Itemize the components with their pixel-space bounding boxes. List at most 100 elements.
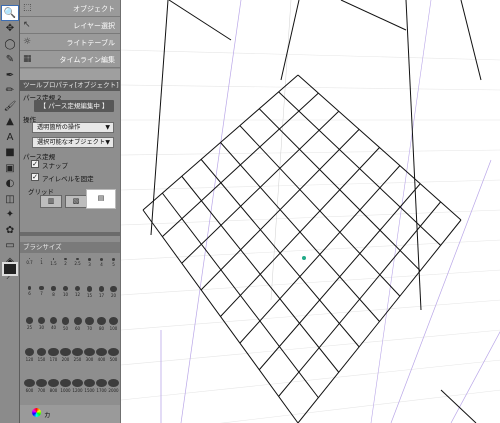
brush-size-value: 1000: [60, 388, 71, 393]
ground-grid-line: [200, 159, 360, 348]
zoom-icon: 🔍: [3, 7, 17, 19]
perspective-post-line: [460, 0, 482, 81]
subtool-icon: ⬚: [23, 3, 32, 13]
decoration-tool-button[interactable]: ✿: [2, 223, 18, 237]
gradient-tool-button[interactable]: ▣: [2, 161, 18, 175]
brush-size-value: 1700: [96, 388, 107, 393]
subtool-item[interactable]: ▦ タイムライン編集: [20, 51, 120, 68]
brush-size-value: 7: [40, 291, 43, 297]
brush-size-dot: [96, 379, 107, 387]
background-grid-line: [121, 269, 500, 296]
tool-property-header[interactable]: ツールプロパティ[オブジェクト]: [20, 80, 120, 91]
brush-size-dot: [111, 258, 116, 262]
brush-size-value: 1.5: [50, 260, 57, 266]
decoration-icon: ✿: [5, 224, 15, 236]
brush-size-dot: [99, 258, 104, 262]
frame-tool-button[interactable]: ▭: [2, 239, 18, 253]
brush-size-dot: [36, 379, 47, 387]
brush-size-value: 400: [97, 357, 106, 362]
brush-size-value: 2000: [108, 388, 119, 393]
ruler-edit-mode-badge: 【 パース定規編集中 】: [34, 100, 114, 112]
brush-size-value: 17: [98, 292, 105, 298]
brush-size-preset[interactable]: 20: [107, 286, 120, 300]
fill-icon: ■: [5, 147, 15, 158]
pen-icon: ✒: [5, 69, 15, 81]
brush-size-dot: [60, 348, 71, 356]
brush-size-value: 150: [37, 357, 46, 362]
eyedropper-tool-button[interactable]: ✎: [2, 53, 18, 67]
brush-size-value: 200: [61, 357, 70, 362]
grid-yz-icon: ▧: [72, 197, 80, 205]
grid-xz-button[interactable]: ▤: [86, 189, 116, 209]
brush-size-dot: [24, 348, 35, 356]
brush-size-value: 20: [110, 293, 117, 299]
snap-checkbox[interactable]: ✓: [31, 160, 39, 168]
brush-size-value: 25: [26, 324, 33, 330]
eyelevel-label: アイレベルを固定: [42, 175, 94, 183]
guide-line: [370, 0, 432, 423]
zoom-tool-button[interactable]: 🔍: [1, 5, 19, 21]
text-icon: A: [6, 131, 14, 143]
brush-tool-button[interactable]: 🖌: [2, 99, 18, 113]
airbrush-tool-button[interactable]: ✦: [2, 208, 18, 222]
subtool-item[interactable]: ☼ ライトテーブル: [20, 34, 120, 51]
fill-tool-button[interactable]: ■: [2, 146, 18, 160]
color-tab-label[interactable]: カ: [44, 409, 51, 419]
brush-size-dot: [108, 379, 119, 387]
brush-size-dot: [52, 258, 55, 260]
subtool-item[interactable]: ⬚ オブジェクト: [20, 0, 120, 17]
airbrush-icon: ✦: [5, 209, 15, 220]
brush-size-preset[interactable]: 2000: [107, 379, 120, 393]
ground-grid-line: [278, 201, 442, 397]
brush-size-dot: [98, 286, 105, 292]
operation-dropdown[interactable]: 透明箇所の操作 ▼: [32, 122, 114, 133]
blend-icon: ◐: [5, 178, 15, 189]
brush-size-preset[interactable]: 500: [107, 348, 120, 362]
side-panels: ⬚ オブジェクト ↖ レイヤー選択 ☼ ライトテーブル ▦ タイムライン編集 ツールプロパティ…: [20, 0, 120, 423]
brush-size-value: 12: [74, 292, 81, 298]
move-tool-button[interactable]: ✥: [2, 22, 18, 36]
brush-size-dot: [63, 286, 68, 291]
selectable-object-dropdown[interactable]: 選択可能なオブジェクト ▼: [32, 137, 114, 148]
brush-size-title: ブラシサイズ: [23, 243, 62, 251]
vanishing-point-handle[interactable]: [302, 256, 306, 260]
text-tool-button[interactable]: A: [2, 130, 18, 144]
brush-size-dot: [29, 258, 30, 259]
pencil-tool-button[interactable]: ✏: [2, 84, 18, 98]
brush-size-value: 500: [109, 357, 118, 362]
subtool-label: オブジェクト: [73, 5, 115, 13]
brush-size-dot: [64, 258, 67, 261]
brush-size-value: 3: [88, 261, 91, 267]
main-color-swatch[interactable]: [2, 262, 18, 276]
pen-tool-button[interactable]: ✒: [2, 68, 18, 82]
selectable-object-value: 選択可能なオブジェクト: [37, 139, 106, 146]
brush-size-header[interactable]: ブラシサイズ: [20, 242, 120, 253]
brush-size-value: 60: [74, 326, 81, 331]
grid-xy-icon: ▥: [47, 197, 55, 205]
grid-yz-button[interactable]: ▧: [65, 195, 87, 208]
eyelevel-checkbox[interactable]: ✓: [31, 173, 39, 181]
brush-size-value: 1: [40, 260, 43, 266]
blend-tool-button[interactable]: ◐: [2, 177, 18, 191]
brush-size-value: 10: [62, 291, 69, 297]
background-grid-line: [121, 49, 500, 61]
brush-size-preset[interactable]: 5: [107, 258, 120, 272]
select-tool-button[interactable]: ◯: [2, 37, 18, 51]
brush-size-dot: [36, 348, 47, 356]
color-wheel-icon[interactable]: [32, 408, 41, 417]
guide-line: [270, 0, 292, 301]
brush-size-dot: [26, 317, 33, 324]
perspective-grid-canvas[interactable]: [121, 0, 500, 423]
brush-size-value: 100: [109, 326, 118, 331]
brush-size-dot: [86, 286, 93, 292]
subtool-item[interactable]: ↖ レイヤー選択: [20, 17, 120, 34]
background-grid-line: [121, 149, 500, 156]
ruler-tool-button[interactable]: ▲: [2, 115, 18, 129]
brush-size-value: 170: [49, 357, 58, 362]
panel-divider: [20, 232, 120, 236]
grid-xy-button[interactable]: ▥: [40, 195, 62, 208]
canvas-area[interactable]: [120, 0, 500, 423]
brush-size-preset[interactable]: 100: [107, 317, 120, 331]
brush-size-dot: [61, 317, 70, 325]
eraser-tool-button[interactable]: ◫: [2, 192, 18, 206]
